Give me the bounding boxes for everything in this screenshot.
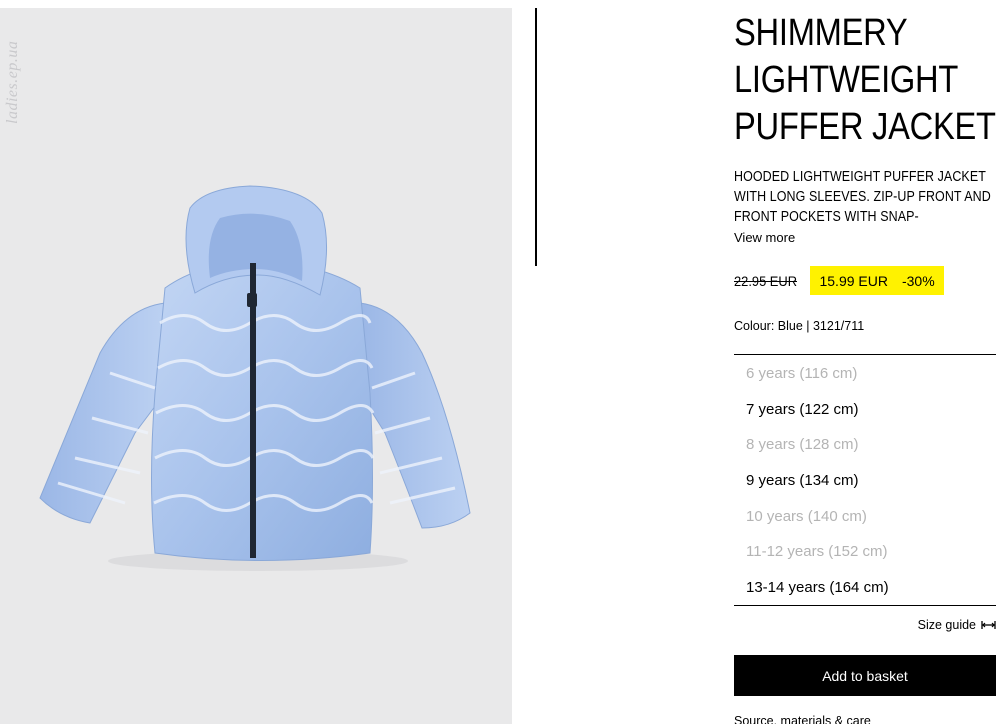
divider-line xyxy=(535,8,537,266)
product-image[interactable]: ladies.ep.ua xyxy=(0,8,512,724)
product-title: SHIMMERY LIGHTWEIGHT PUFFER JACKET xyxy=(734,12,996,148)
size-option-7-years[interactable]: 7 years (122 cm) xyxy=(734,392,996,428)
discount-badge: -30% xyxy=(901,272,935,289)
jacket-illustration xyxy=(39,185,471,571)
price-row: 22.95 EUR 15.99 EUR -30% xyxy=(734,266,944,295)
old-price: 22.95 EUR xyxy=(734,272,798,289)
size-option-13-14-years[interactable]: 13-14 years (164 cm) xyxy=(734,570,996,606)
watermark: ladies.ep.ua xyxy=(4,40,21,124)
size-option-8-years[interactable]: 8 years (128 cm) xyxy=(734,427,996,463)
product-description: HOODED LIGHTWEIGHT PUFFER JACKET WITH LO… xyxy=(734,169,991,225)
ruler-icon xyxy=(981,621,996,629)
size-option-11-12-years[interactable]: 11-12 years (152 cm) xyxy=(734,534,996,570)
size-guide-label: Size guide xyxy=(917,618,976,632)
size-selector: 6 years (116 cm) 7 years (122 cm) 8 year… xyxy=(734,354,996,606)
add-to-basket-button[interactable]: Add to basket xyxy=(734,655,996,696)
size-option-10-years[interactable]: 10 years (140 cm) xyxy=(734,499,996,535)
size-guide-link[interactable]: Size guide xyxy=(918,618,996,632)
source-materials-link[interactable]: Source, materials & care xyxy=(734,714,871,724)
view-more-link[interactable]: View more xyxy=(734,230,795,245)
sale-price-badge: 15.99 EUR -30% xyxy=(810,266,944,295)
size-option-9-years[interactable]: 9 years (134 cm) xyxy=(734,463,996,499)
colour-info: Colour: Blue | 3121/711 xyxy=(734,319,865,333)
new-price: 15.99 EUR xyxy=(819,272,888,289)
size-option-6-years[interactable]: 6 years (116 cm) xyxy=(734,356,996,392)
